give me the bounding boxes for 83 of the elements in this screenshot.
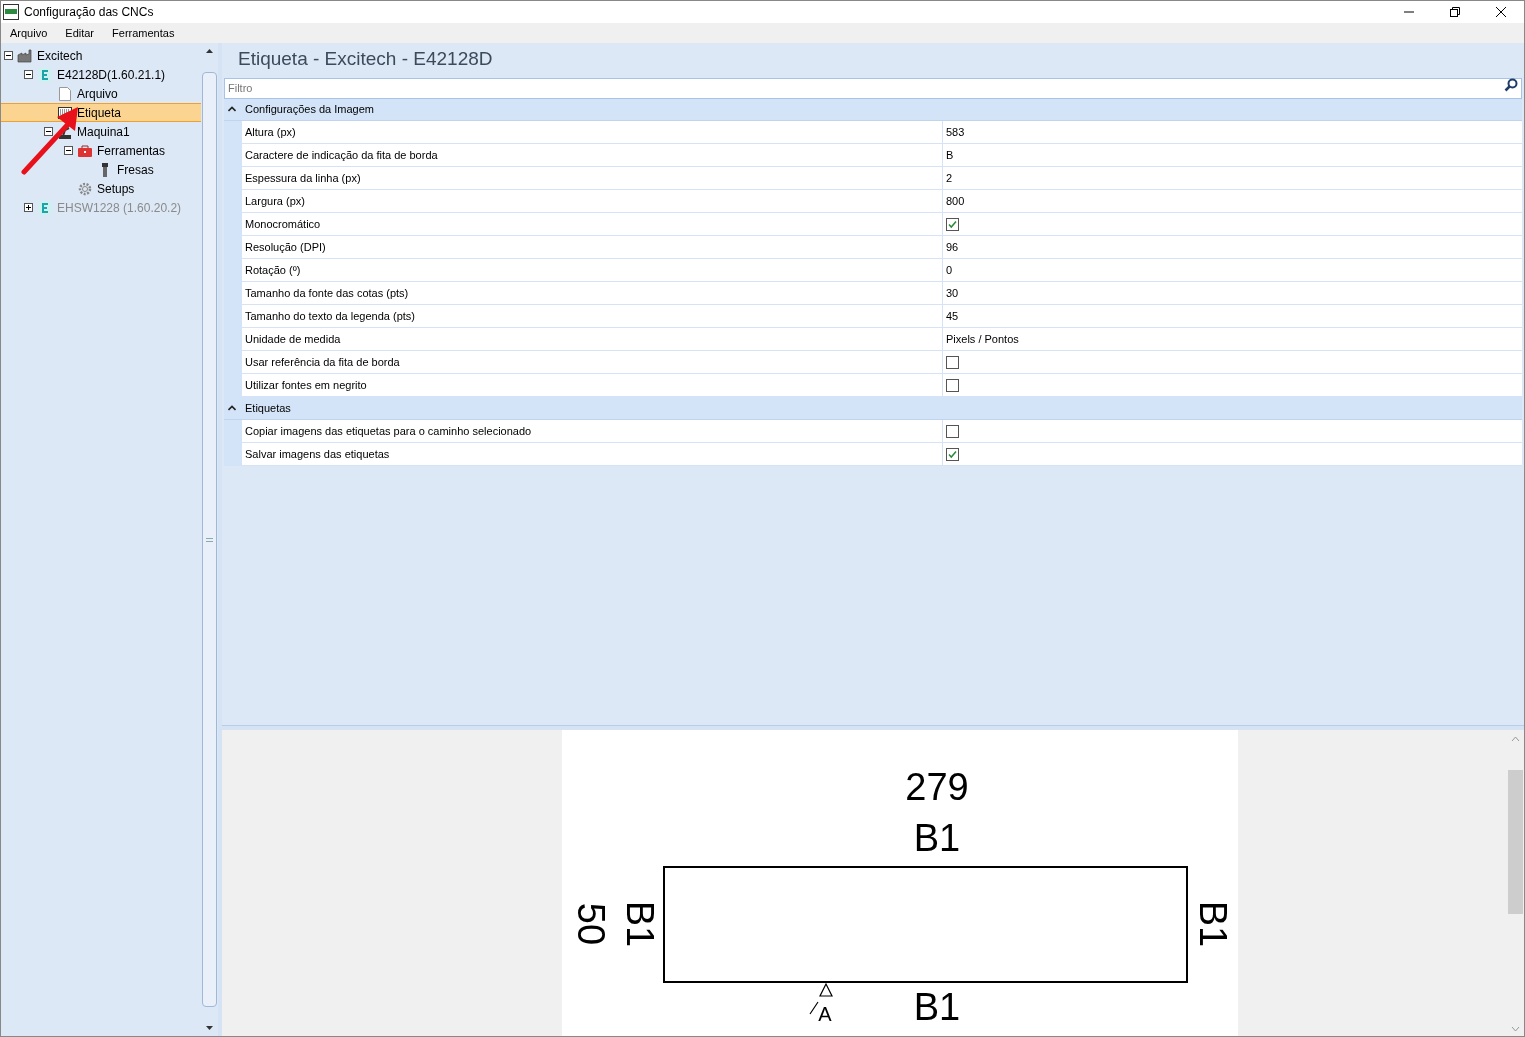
- tree-item-label: Fresas: [117, 161, 154, 179]
- panel-title: Etiqueta - Excitech - E42128D: [237, 46, 494, 71]
- scrollbar-thumb[interactable]: [1508, 770, 1523, 914]
- close-icon: [1496, 7, 1506, 17]
- menu-item[interactable]: Editar: [56, 23, 104, 43]
- property-value: 583: [946, 124, 965, 140]
- menu-item[interactable]: Arquivo: [1, 23, 57, 43]
- property-name: Rotação (º): [242, 259, 943, 281]
- collapse-icon[interactable]: [44, 127, 53, 136]
- tree-item-label: Etiqueta: [77, 104, 122, 122]
- tree-item-row[interactable]: Ferramentas: [1, 141, 201, 160]
- section-title: Configurações da Imagem: [245, 101, 374, 117]
- property-name: Largura (px): [242, 190, 943, 212]
- property-value: 0: [946, 262, 953, 278]
- property-value: 2: [946, 170, 953, 186]
- property-value: 800: [946, 193, 965, 209]
- tree-item-label: Arquivo: [77, 85, 118, 103]
- checkbox[interactable]: [946, 447, 959, 461]
- collapse-icon[interactable]: [24, 70, 33, 79]
- search-icon[interactable]: [1504, 78, 1518, 92]
- property-value: 45: [946, 308, 959, 324]
- property-name: Tamanho da fonte das cotas (pts): [242, 282, 943, 304]
- window-title: Configuração das CNCs: [24, 4, 154, 21]
- check-icon: [948, 449, 957, 459]
- collapse-icon[interactable]: [228, 404, 236, 412]
- toolbox-icon: [77, 142, 93, 159]
- tree-item-row[interactable]: Arquivo: [1, 84, 201, 103]
- scrollbar-thumb[interactable]: [202, 72, 217, 1007]
- tree-item-row[interactable]: E42128D(1.60.21.1): [1, 65, 201, 84]
- property-name: Resolução (DPI): [242, 236, 943, 258]
- property-name: Salvar imagens das etiquetas: [242, 443, 943, 465]
- scroll-down-icon[interactable]: [205, 1023, 214, 1032]
- edge-band-text: B1: [913, 817, 960, 859]
- tree-item-row[interactable]: Excitech: [1, 46, 201, 65]
- dimension-text: 279: [904, 766, 969, 808]
- tree-item-label: Maquina1: [77, 123, 130, 141]
- tree-item-label: Setups: [97, 180, 135, 198]
- property-name: Altura (px): [242, 121, 943, 143]
- property-name: Tamanho do texto da legenda (pts): [242, 305, 943, 327]
- scroll-up-icon[interactable]: [205, 47, 214, 56]
- property-name: Copiar imagens das etiquetas para o caminho selecionado: [242, 420, 943, 442]
- tree-item-label: Excitech: [37, 47, 83, 65]
- machine-icon: [37, 66, 53, 83]
- property-name: Usar referência da fita de borda: [242, 351, 943, 373]
- tree-item-row[interactable]: Etiqueta: [1, 103, 201, 122]
- property-value: Pixels / Pontos: [946, 331, 1019, 347]
- property-name: Espessura da linha (px): [242, 167, 943, 189]
- file-icon: [57, 85, 73, 102]
- machine-icon: [37, 199, 53, 216]
- tree-item-label: E42128D(1.60.21.1): [57, 66, 166, 84]
- edge-band-text: B1: [1191, 900, 1234, 948]
- property-name: Utilizar fontes em negrito: [242, 374, 943, 396]
- checkbox[interactable]: [946, 378, 959, 392]
- menu-item[interactable]: Ferramentas: [103, 23, 184, 43]
- property-value: B: [946, 147, 954, 163]
- tree-item-row[interactable]: Fresas: [1, 160, 201, 179]
- checkbox[interactable]: [946, 217, 959, 231]
- factory-icon: [17, 47, 33, 64]
- section-title: Etiquetas: [245, 400, 291, 416]
- restore-icon: [1450, 7, 1460, 17]
- edge-band-text: B1: [618, 900, 661, 948]
- tree-item-row[interactable]: Maquina1: [1, 122, 201, 141]
- property-name: Unidade de medida: [242, 328, 943, 350]
- section-header[interactable]: Configurações da Imagem: [224, 98, 1522, 121]
- property-value: 30: [946, 285, 959, 301]
- filter-field[interactable]: Filtro: [224, 77, 1522, 99]
- tree-item-label: EHSW1228 (1.60.20.2): [57, 199, 182, 217]
- property-name: Caractere de indicação da fita de borda: [242, 144, 943, 166]
- check-icon: [948, 219, 957, 229]
- dimension-text: 50: [569, 902, 612, 946]
- grain-mark-text: A: [817, 1003, 832, 1025]
- property-value: 96: [946, 239, 959, 255]
- tree-item-row[interactable]: Setups: [1, 179, 201, 198]
- gear-icon: [77, 180, 93, 197]
- edge-band-text: B1: [913, 986, 960, 1028]
- section-header[interactable]: Etiquetas: [224, 397, 1522, 420]
- collapse-icon[interactable]: [228, 105, 236, 113]
- checkbox[interactable]: [946, 424, 959, 438]
- property-name: Monocromático: [242, 213, 943, 235]
- collapse-icon[interactable]: [64, 146, 73, 155]
- checkbox[interactable]: [946, 355, 959, 369]
- collapse-icon[interactable]: [4, 51, 13, 60]
- tree-item-label: Ferramentas: [97, 142, 166, 160]
